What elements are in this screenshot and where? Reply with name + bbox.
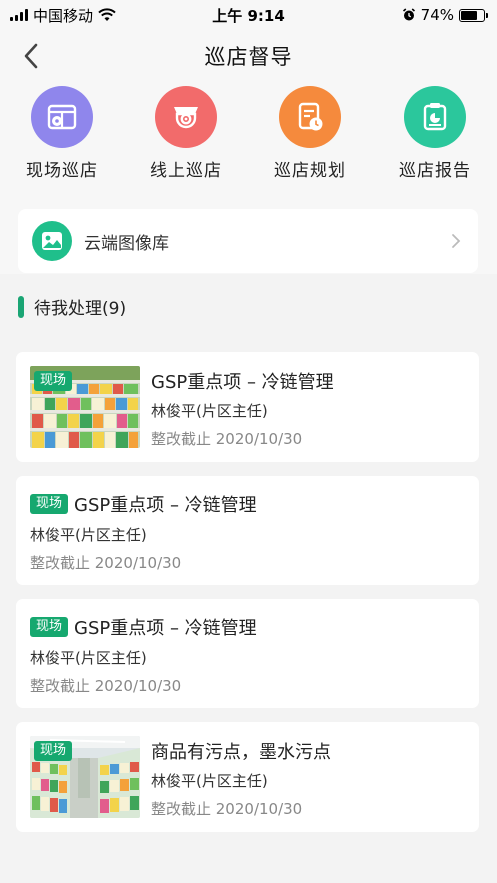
chevron-right-icon [452,234,461,248]
nav-header: 巡店督导 [0,30,497,82]
quick-action-label: 巡店报告 [399,161,471,181]
task-thumbnail: 现场 [30,736,140,818]
task-title-row: 现场 GSP重点项 – 冷链管理 [30,614,257,640]
task-title: GSP重点项 – 冷链管理 [151,372,334,393]
quick-action-plan[interactable]: 巡店规划 [260,86,360,181]
quick-action-report[interactable]: 巡店报告 [385,86,485,181]
signal-icon [10,9,28,21]
quick-actions: 现场巡店 线上巡店 巡店规划 巡店报告 [0,86,497,186]
task-assignee: 林俊平(片区主任) [151,402,268,420]
task-title: 商品有污点，墨水污点 [151,742,331,763]
task-deadline: 整改截止 2020/10/30 [30,554,182,572]
task-deadline: 整改截止 2020/10/30 [30,677,182,695]
onsite-tag: 现场 [30,494,69,514]
task-title-row: 现场 GSP重点项 – 冷链管理 [30,491,257,517]
camera-icon [155,86,217,148]
task-deadline: 整改截止 2020/10/30 [151,800,303,818]
battery-percent: 74% [420,6,454,24]
wifi-icon [98,8,116,21]
task-deadline: 整改截止 2020/10/30 [151,430,303,448]
onsite-tag: 现场 [30,617,69,637]
task-card[interactable]: 现场 GSP重点项 – 冷链管理 林俊平(片区主任) 整改截止 2020/10/… [16,476,479,585]
task-assignee: 林俊平(片区主任) [30,526,147,544]
cloud-image-library[interactable]: 云端图像库 [18,209,478,273]
quick-action-label: 巡店规划 [274,161,346,181]
section-accent-bar [18,295,24,318]
task-card[interactable]: 现场 商品有污点，墨水污点 林俊平(片区主任) 整改截止 2020/10/30 [16,722,479,832]
page-title: 巡店督导 [204,45,293,69]
carrier-label: 中国移动 [33,6,94,25]
task-card[interactable]: 现场 GSP重点项 – 冷链管理 林俊平(片区主任) 整改截止 2020/10/… [16,599,479,708]
onsite-tag: 现场 [34,371,73,391]
status-bar: 中国移动 上午 9:14 74% [0,0,497,30]
alarm-icon [402,8,415,21]
battery-fill [461,10,478,20]
schedule-icon [279,86,341,148]
quick-action-online[interactable]: 线上巡店 [136,86,236,181]
section-title: 待我处理(9) [34,299,127,319]
quick-action-onsite[interactable]: 现场巡店 [12,86,112,181]
chevron-left-icon [24,43,38,69]
task-assignee: 林俊平(片区主任) [151,772,268,790]
back-button[interactable] [18,42,46,70]
battery-icon [459,8,488,22]
status-right: 74% [402,6,488,24]
quick-action-label: 线上巡店 [150,161,222,181]
store-map-icon [31,86,93,148]
report-icon [404,86,466,148]
task-thumbnail: 现场 [30,366,140,448]
quick-action-label: 现场巡店 [26,161,98,181]
task-assignee: 林俊平(片区主任) [30,649,147,667]
status-left: 中国移动 [10,5,116,26]
pending-section-header: 待我处理(9) [18,294,126,319]
image-icon [32,221,72,261]
onsite-tag: 现场 [34,741,73,761]
top-area: 现场巡店 线上巡店 巡店规划 巡店报告 云端图像库 [0,82,497,274]
cloud-library-label: 云端图像库 [84,233,169,254]
task-title: GSP重点项 – 冷链管理 [74,495,257,516]
task-card[interactable]: 现场 GSP重点项 – 冷链管理 林俊平(片区主任) 整改截止 2020/10/… [16,352,479,462]
task-title: GSP重点项 – 冷链管理 [74,618,257,639]
